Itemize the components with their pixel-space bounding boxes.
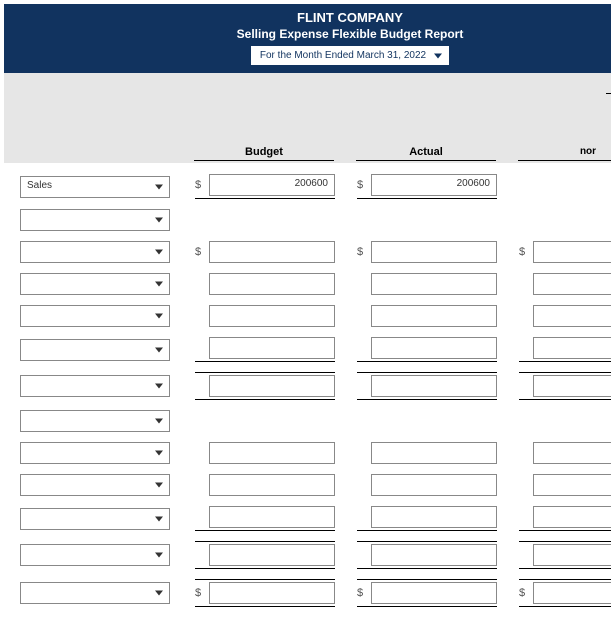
period-label: For the Month Ended March 31, 2022 xyxy=(260,50,426,61)
table-row xyxy=(4,409,611,433)
currency-symbol: $ xyxy=(195,179,209,191)
amount-input[interactable] xyxy=(533,241,611,263)
amount-input[interactable] xyxy=(371,474,497,496)
budget-grid: Sales$200600$200600$$$$$$ xyxy=(4,165,611,616)
table-row xyxy=(4,441,611,465)
table-row xyxy=(4,473,611,497)
line-item-select[interactable] xyxy=(20,273,170,295)
amount-input[interactable] xyxy=(209,241,335,263)
table-row: $ $ $ xyxy=(4,240,611,264)
currency-symbol: $ xyxy=(357,246,371,258)
line-item-select[interactable] xyxy=(20,339,170,361)
amount-input[interactable] xyxy=(371,442,497,464)
amount-input[interactable] xyxy=(533,305,611,327)
currency-symbol: $ xyxy=(519,587,533,599)
difference-rule xyxy=(606,93,611,94)
line-item-select[interactable] xyxy=(20,209,170,231)
line-item-select[interactable] xyxy=(20,474,170,496)
chevron-down-icon xyxy=(155,591,163,596)
table-row xyxy=(4,208,611,232)
chevron-down-icon xyxy=(155,483,163,488)
horizontal-scroll[interactable]: FLINT COMPANY Selling Expense Flexible B… xyxy=(0,0,611,620)
line-item-select[interactable] xyxy=(20,241,170,263)
amount-input[interactable] xyxy=(533,544,611,566)
chevron-down-icon xyxy=(155,218,163,223)
currency-symbol: $ xyxy=(519,246,533,258)
chevron-down-icon xyxy=(155,553,163,558)
chevron-down-icon xyxy=(155,250,163,255)
amount-input[interactable] xyxy=(371,582,497,604)
amount-input[interactable] xyxy=(209,474,335,496)
amount-input[interactable]: 200600 xyxy=(209,174,335,196)
amount-input[interactable] xyxy=(209,337,335,359)
line-item-select[interactable] xyxy=(20,410,170,432)
amount-input[interactable] xyxy=(209,273,335,295)
amount-input[interactable] xyxy=(209,506,335,528)
line-item-select[interactable] xyxy=(20,305,170,327)
report-title: Selling Expense Flexible Budget Report xyxy=(4,27,611,43)
chevron-down-icon xyxy=(155,516,163,521)
amount-input[interactable] xyxy=(209,582,335,604)
table-row xyxy=(4,540,611,570)
amount-input[interactable] xyxy=(533,474,611,496)
line-item-select[interactable] xyxy=(20,582,170,604)
amount-input[interactable] xyxy=(371,305,497,327)
chevron-down-icon xyxy=(155,384,163,389)
diff-legend-u: Un xyxy=(606,125,611,137)
amount-input[interactable] xyxy=(371,544,497,566)
chevron-down-icon xyxy=(155,184,163,189)
budget-heading: Budget xyxy=(194,146,334,161)
currency-symbol: $ xyxy=(357,587,371,599)
chevron-down-icon xyxy=(155,282,163,287)
currency-symbol: $ xyxy=(195,246,209,258)
chevron-down-icon xyxy=(155,451,163,456)
line-item-select[interactable] xyxy=(20,442,170,464)
amount-input[interactable] xyxy=(209,375,335,397)
table-row xyxy=(4,304,611,328)
table-row xyxy=(4,272,611,296)
difference-legend: F Un Neith xyxy=(606,113,611,149)
chevron-down-icon xyxy=(155,419,163,424)
currency-symbol: $ xyxy=(195,587,209,599)
company-name: FLINT COMPANY xyxy=(4,10,611,27)
amount-input[interactable] xyxy=(533,506,611,528)
amount-input[interactable]: 200600 xyxy=(371,174,497,196)
amount-input[interactable] xyxy=(371,506,497,528)
amount-input[interactable] xyxy=(533,442,611,464)
amount-input[interactable] xyxy=(209,305,335,327)
amount-input[interactable] xyxy=(533,273,611,295)
currency-symbol: $ xyxy=(357,179,371,191)
amount-input[interactable] xyxy=(209,544,335,566)
amount-input[interactable] xyxy=(533,375,611,397)
column-header-zone: D F Un Neith Budget Actual nor xyxy=(4,73,611,163)
amount-input[interactable] xyxy=(371,375,497,397)
line-item-select[interactable] xyxy=(20,375,170,397)
table-row xyxy=(4,505,611,532)
report-content: FLINT COMPANY Selling Expense Flexible B… xyxy=(0,4,611,620)
amount-input[interactable] xyxy=(533,582,611,604)
report-header: FLINT COMPANY Selling Expense Flexible B… xyxy=(4,4,611,73)
diff-nor-heading: nor xyxy=(518,146,611,161)
chevron-down-icon xyxy=(155,314,163,319)
amount-input[interactable] xyxy=(533,337,611,359)
chevron-down-icon xyxy=(434,53,442,58)
table-row xyxy=(4,336,611,363)
line-item-select[interactable]: Sales xyxy=(20,176,170,198)
diff-legend-f: F xyxy=(606,113,611,125)
line-item-label: Sales xyxy=(27,180,52,191)
amount-input[interactable] xyxy=(371,241,497,263)
table-row: Sales$200600$200600 xyxy=(4,173,611,200)
amount-input[interactable] xyxy=(371,273,497,295)
amount-input[interactable] xyxy=(209,442,335,464)
line-item-select[interactable] xyxy=(20,508,170,530)
difference-heading: D xyxy=(606,79,611,91)
amount-input[interactable] xyxy=(371,337,497,359)
chevron-down-icon xyxy=(155,347,163,352)
table-row: $ $ $ xyxy=(4,578,611,608)
line-item-select[interactable] xyxy=(20,544,170,566)
table-row xyxy=(4,371,611,401)
period-select[interactable]: For the Month Ended March 31, 2022 xyxy=(251,46,449,65)
actual-heading: Actual xyxy=(356,146,496,161)
